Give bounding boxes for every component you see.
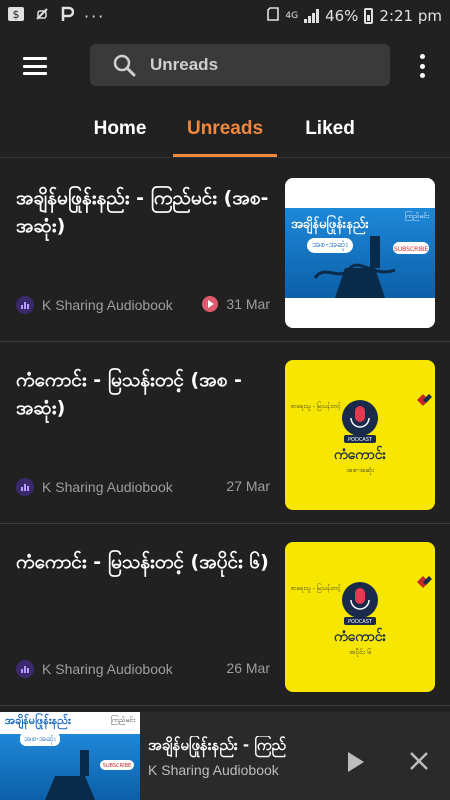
thumbnail-title: အချိန်မဖြုန်းနည်း xyxy=(291,217,369,232)
thumbnail-subtitle: အစ-အဆုံး xyxy=(307,238,353,253)
episode-thumbnail[interactable]: SUBSCRIBE အချိန်မဖြုန်းနည်း အစ-အဆုံး ကြည… xyxy=(285,178,435,328)
svg-text:PODCAST: PODCAST xyxy=(348,437,373,443)
signal-icon xyxy=(304,9,320,23)
date-label: 31 Mar xyxy=(226,296,270,312)
mini-player[interactable]: SUBSCRIBE အချိန်မဖြုန်းနည်း အစ-အဆုံး ကြည… xyxy=(0,712,450,800)
source-name: K Sharing Audiobook xyxy=(42,297,173,313)
p-icon xyxy=(60,6,75,26)
audiobook-logo-icon xyxy=(16,660,34,678)
now-playing-icon xyxy=(202,296,219,312)
player-thumbnail[interactable]: SUBSCRIBE အချိန်မဖြုန်းနည်း အစ-အဆုံး ကြည… xyxy=(0,712,140,800)
search-input[interactable]: Unreads xyxy=(150,55,218,75)
svg-text:SUBSCRIBE: SUBSCRIBE xyxy=(394,246,428,253)
episode-thumbnail[interactable]: စာရေးသူ - မြသန်းတင့် PODCAST ကံကောင်း အပ… xyxy=(285,542,435,692)
thumbnail-subtitle: အစ-အဆုံး xyxy=(346,466,374,474)
source-name: K Sharing Audiobook xyxy=(42,479,173,495)
thumbnail-author: ကြည်မင်း xyxy=(404,212,429,220)
list-item[interactable]: ကံကောင်း - မြသန်းတင့် (အစ - အဆုံး) K Sha… xyxy=(0,342,450,524)
audiobook-logo-icon xyxy=(16,296,34,314)
podcast-mic-icon: PODCAST xyxy=(342,394,432,443)
svg-text:SUBSCRIBE: SUBSCRIBE xyxy=(103,763,131,769)
sd-card-icon xyxy=(267,7,280,25)
episode-source: K Sharing Audiobook xyxy=(16,296,173,314)
battery-icon xyxy=(364,8,374,24)
svg-text:PODCAST: PODCAST xyxy=(348,619,373,625)
tab-home[interactable]: Home xyxy=(78,100,162,158)
episode-date: 27 Mar xyxy=(226,478,270,494)
thumbnail-subtitle: အစ-အဆုံး xyxy=(20,732,60,746)
more-dots-icon: ··· xyxy=(84,6,106,26)
episode-source: K Sharing Audiobook xyxy=(16,478,173,496)
source-name: K Sharing Audiobook xyxy=(42,661,173,677)
thumbnail-title: ကံကောင်း xyxy=(333,629,387,645)
player-title[interactable]: အချိန်မဖြုန်းနည်း - ကြည် xyxy=(148,736,318,758)
episode-title[interactable]: ကံကောင်း - မြသန်းတင့် (အပိုင်း ၆) xyxy=(16,548,271,576)
thumbnail-title: အချိန်မဖြုန်းနည်း xyxy=(5,714,71,727)
list-item[interactable]: ကံကောင်း - မြသန်းတင့် (အပိုင်း ၆) K Shar… xyxy=(0,524,450,706)
network-type: 4G xyxy=(285,10,299,21)
thumbnail-subtitle: အပိုင်း ၆ xyxy=(348,648,372,656)
vertical-dots-icon[interactable] xyxy=(410,52,434,80)
play-icon[interactable] xyxy=(348,752,364,772)
search-icon xyxy=(113,54,136,77)
status-bar: $ ··· 4G 46% 2:21 pm xyxy=(0,0,450,32)
episode-source: K Sharing Audiobook xyxy=(16,660,173,678)
tab-liked[interactable]: Liked xyxy=(290,100,370,158)
podcast-mic-icon: PODCAST xyxy=(342,576,432,625)
episode-title[interactable]: ကံကောင်း - မြသန်းတင့် (အစ - အဆုံး) xyxy=(16,366,271,422)
thumbnail-title: ကံကောင်း xyxy=(333,447,387,463)
episode-thumbnail[interactable]: စာရေးသူ - မြသန်းတင့် PODCAST ကံကောင်း အစ… xyxy=(285,360,435,510)
audiobook-logo-icon xyxy=(16,478,34,496)
menu-button[interactable] xyxy=(0,32,70,100)
episode-list: အချိန်မဖြုန်းနည်း - ကြည်မင်း (အစ-အဆုံး) … xyxy=(0,160,450,706)
search-bar[interactable]: Unreads xyxy=(90,44,390,86)
dollar-icon: $ xyxy=(8,7,24,25)
close-icon[interactable] xyxy=(408,750,430,772)
clock: 2:21 pm xyxy=(379,7,442,25)
muted-notification-icon xyxy=(34,6,50,26)
episode-date: 26 Mar xyxy=(226,660,270,676)
hamburger-menu-icon xyxy=(23,57,47,75)
player-subtitle: K Sharing Audiobook xyxy=(148,762,279,778)
episode-title[interactable]: အချိန်မဖြုန်းနည်း - ကြည်မင်း (အစ-အဆုံး) xyxy=(16,184,271,240)
battery-percent: 46% xyxy=(325,7,359,25)
tab-unreads[interactable]: Unreads xyxy=(173,100,277,158)
tab-bar: Home Unreads Liked xyxy=(0,100,450,158)
thumbnail-author: ကြည်မင်း xyxy=(110,716,135,724)
active-tab-indicator xyxy=(173,154,277,157)
app-header: Unreads xyxy=(0,32,450,100)
svg-text:$: $ xyxy=(13,8,20,21)
list-item[interactable]: အချိန်မဖြုန်းနည်း - ကြည်မင်း (အစ-အဆုံး) … xyxy=(0,160,450,342)
episode-date: 31 Mar xyxy=(202,296,270,312)
